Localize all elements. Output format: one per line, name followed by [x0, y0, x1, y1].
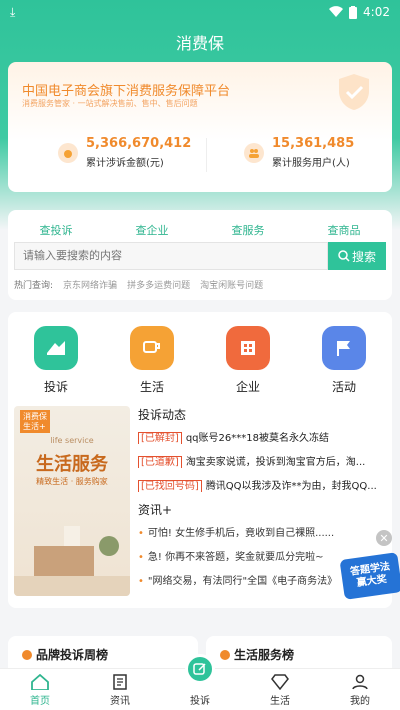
status-bar: ⤓ 4:02 [0, 0, 400, 24]
category-life[interactable]: 生活 [104, 326, 200, 395]
nav-news[interactable]: 资讯 [80, 669, 160, 710]
edit-icon[interactable] [185, 654, 215, 684]
battery-icon [349, 5, 358, 19]
status-time: 4:02 [363, 5, 390, 19]
complaint-icon [34, 326, 78, 370]
app-title: 消费保 [175, 34, 224, 53]
user-icon [352, 672, 368, 692]
stat-amount-label: 累计涉诉金额(元) [86, 158, 164, 169]
nav-label: 投诉 [190, 696, 210, 707]
nav-home[interactable]: 首页 [0, 669, 80, 710]
category-enterprise[interactable]: 企业 [200, 326, 296, 395]
category-label: 投诉 [43, 380, 68, 394]
poster-english: life service [50, 436, 94, 445]
stat-users: 15,361,485 累计服务用户(人) [244, 136, 354, 169]
complaint-item[interactable]: [已找回号码] 腾讯QQ以我涉及诈**为由，封我QQ... [138, 477, 388, 492]
category-grid: 投诉 生活 企业 活动 [8, 326, 392, 395]
building-icon [226, 326, 270, 370]
nav-label: 我的 [350, 696, 370, 707]
divider [206, 138, 207, 172]
poster-badge: 消费保 生活+ [20, 410, 50, 434]
search-button[interactable]: 搜索 [328, 242, 386, 270]
money-bag-icon [58, 142, 78, 163]
category-label: 企业 [235, 380, 260, 394]
nav-label: 资讯 [110, 696, 130, 707]
poster-subtitle: 精致生活 · 服务购家 [36, 477, 108, 486]
search-tabs: 查投诉 查企业 查服务 查商品 [8, 222, 392, 238]
status-badge: [已解封] [138, 432, 182, 444]
life-service-poster[interactable]: 消费保 生活+ life service 生活服务 精致生活 · 服务购家 [14, 406, 130, 596]
stat-users-label: 累计服务用户(人) [272, 158, 350, 169]
complaint-text: 淘宝卖家说谎，投诉到淘宝官方后，淘... [185, 457, 366, 468]
brand-complaint-ranking[interactable]: 品牌投诉周榜 [8, 636, 198, 672]
banner-subtitle: 消费服务管家 · 一站式解决售前、售中、售后问题 [22, 99, 198, 108]
category-label: 生活 [139, 380, 164, 394]
nav-label: 首页 [30, 696, 50, 707]
search-button-label: 搜索 [351, 249, 376, 264]
nav-life[interactable]: 生活 [240, 669, 320, 710]
info-text: "网络交易，有法同行"全国《电子商务法》 [147, 576, 338, 587]
poster-title: 生活服务 [36, 454, 108, 475]
complaint-item[interactable]: [已道歉] 淘宝卖家说谎，投诉到淘宝官方后，淘... [138, 453, 388, 468]
cup-icon [130, 326, 174, 370]
complaint-text: 腾讯QQ以我涉及诈**为由，封我QQ... [205, 481, 377, 492]
hot-label: 热门查询: [14, 281, 54, 291]
wifi-icon [329, 6, 344, 18]
search-row: 搜索 [14, 242, 386, 270]
life-service-ranking[interactable]: 生活服务榜 [206, 636, 392, 672]
complaint-text: qq账号26***18被莫名永久冻结 [185, 433, 329, 444]
ranking-title: 生活服务榜 [234, 648, 295, 662]
category-complaint[interactable]: 投诉 [8, 326, 104, 395]
nav-profile[interactable]: 我的 [320, 669, 400, 710]
hot-searches: 热门查询: 京东网络诈骗 拼多多运费问题 淘宝闲账号问题 [14, 278, 263, 291]
stat-users-value: 15,361,485 [272, 136, 355, 151]
quiz-promo-badge[interactable]: 答题学法 赢大奖 [339, 552, 400, 600]
main-card: 投诉 生活 企业 活动 消费保 生活+ life service 生活服务 精致… [8, 312, 392, 608]
news-icon [112, 672, 128, 692]
diamond-icon [271, 672, 289, 692]
close-icon[interactable]: ✕ [376, 530, 392, 546]
users-icon [244, 142, 264, 163]
home-icon [31, 672, 49, 692]
info-heading: 资讯+ [138, 503, 173, 517]
stat-amount-value: 5,366,670,412 [86, 136, 192, 151]
info-text: 可怕! 女生修手机后，竟收到自己裸照...... [147, 528, 335, 539]
status-badge: [已找回号码] [138, 480, 202, 492]
flag-icon [322, 326, 366, 370]
tab-companies[interactable]: 查企业 [104, 222, 200, 238]
download-icon: ⤓ [10, 4, 16, 19]
banner-title: 中国电子商会旗下消费服务保障平台 [22, 84, 231, 99]
status-badge: [已道歉] [138, 456, 182, 468]
hot-item[interactable]: 京东网络诈骗 [63, 278, 117, 291]
complaints-heading: 投诉动态 [138, 408, 187, 422]
hot-item[interactable]: 淘宝闲账号问题 [200, 278, 263, 291]
info-item[interactable]: • 可怕! 女生修手机后，竟收到自己裸照...... [138, 524, 388, 539]
furniture-illustration [14, 526, 130, 596]
complaint-item[interactable]: [已解封] qq账号26***18被莫名永久冻结 [138, 429, 388, 444]
fire-icon [220, 649, 230, 660]
ranking-title: 品牌投诉周榜 [36, 648, 109, 662]
category-activity[interactable]: 活动 [296, 326, 392, 395]
search-icon [338, 250, 350, 262]
tab-products[interactable]: 查商品 [296, 222, 392, 238]
platform-banner: 中国电子商会旗下消费服务保障平台 消费服务管家 · 一站式解决售前、售中、售后问… [8, 62, 392, 192]
shield-check-icon [339, 74, 369, 110]
fire-icon [22, 649, 32, 660]
category-label: 活动 [331, 380, 356, 394]
tab-complaints[interactable]: 查投诉 [8, 222, 104, 238]
search-card: 查投诉 查企业 查服务 查商品 搜索 热门查询: 京东网络诈骗 拼多多运费问题 … [8, 210, 392, 300]
nav-label: 生活 [270, 696, 290, 707]
hot-item[interactable]: 拼多多运费问题 [127, 278, 190, 291]
stat-amount: 5,366,670,412 累计涉诉金额(元) [58, 136, 191, 169]
info-text: 急! 你再不来答题，奖金就要瓜分完啦~ [147, 552, 324, 563]
tab-services[interactable]: 查服务 [200, 222, 296, 238]
search-input[interactable] [14, 242, 328, 270]
